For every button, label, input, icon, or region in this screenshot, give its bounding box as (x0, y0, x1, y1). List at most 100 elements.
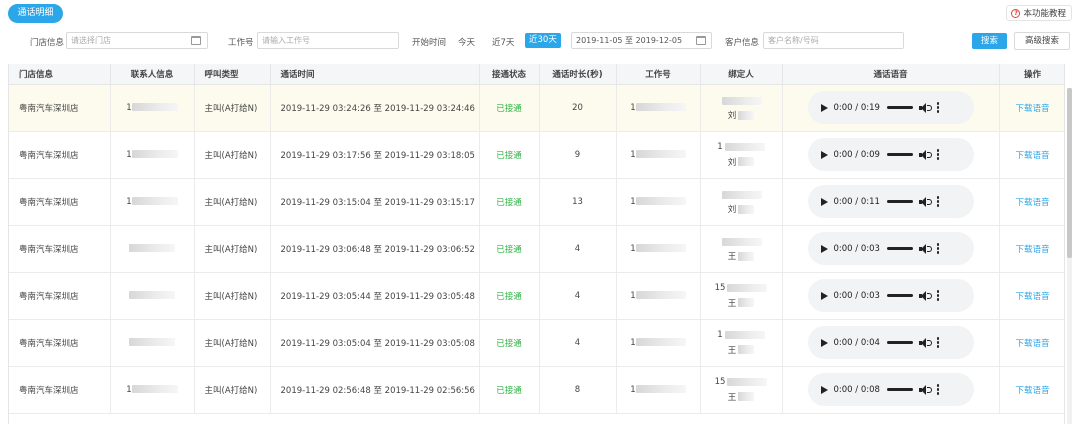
masked-phone (131, 385, 178, 393)
quick-30days[interactable]: 近30天 (525, 33, 561, 48)
more-options-icon[interactable] (936, 337, 940, 348)
download-audio-link[interactable]: 下载语音 (999, 319, 1064, 367)
scrollbar-thumb[interactable] (1067, 88, 1072, 258)
masked-phone (129, 244, 175, 252)
contact-cell: 1 (110, 131, 195, 179)
binder-cell: 15 王 (700, 366, 783, 414)
col-store: 门店信息 (9, 64, 111, 85)
audio-progress-bar[interactable] (886, 341, 913, 344)
job-prefix: 1 (630, 102, 636, 113)
download-audio-link[interactable]: 下载语音 (999, 131, 1064, 179)
more-options-icon[interactable] (936, 102, 940, 113)
masked-binder-name (738, 157, 755, 166)
binder-name: 王 (727, 392, 737, 403)
audio-progress-bar[interactable] (886, 106, 913, 109)
status-cell: 已接通 (479, 272, 540, 320)
audio-player[interactable]: 0:00 / 0:04 (807, 326, 974, 359)
audio-player[interactable]: 0:00 / 0:08 (807, 373, 974, 406)
date-range-input[interactable]: 2019-11-05 至 2019-12-05 (571, 32, 712, 49)
job-number-cell: 1 (616, 319, 701, 367)
play-icon[interactable] (820, 150, 828, 159)
col-contact: 联系人信息 (110, 64, 195, 85)
more-options-icon[interactable] (936, 196, 940, 207)
more-options-icon[interactable] (936, 149, 940, 160)
call-time-cell: 2019-11-29 03:17:56 至 2019-11-29 03:18:0… (270, 131, 480, 179)
binder-name: 刘 (727, 157, 737, 168)
call-type-cell: 主叫(A打给N) (194, 366, 271, 414)
audio-cell: 0:00 / 0:11 (782, 178, 1000, 226)
masked-binder-name (738, 204, 755, 214)
col-job-number: 工作号 (616, 64, 701, 85)
store-cell: 粤南汽车深圳店 (9, 272, 111, 320)
binder-cell: 1刘 (700, 131, 783, 179)
volume-icon[interactable] (918, 149, 932, 160)
play-icon[interactable] (820, 385, 828, 394)
masked-phone (131, 197, 178, 205)
customer-input[interactable]: 客户名称/号码 (763, 32, 904, 49)
volume-icon[interactable] (918, 102, 932, 113)
call-type-cell: 主叫(A打给N) (194, 178, 271, 226)
audio-progress-bar[interactable] (886, 200, 913, 203)
play-icon[interactable] (820, 197, 828, 206)
volume-icon[interactable] (918, 337, 932, 348)
play-icon[interactable] (820, 291, 828, 300)
audio-progress-bar[interactable] (886, 294, 913, 297)
binder-phone-prefix: 15 (714, 282, 726, 293)
masked-binder-phone (727, 377, 768, 386)
contact-cell (110, 225, 195, 273)
search-button[interactable]: 搜索 (972, 33, 1007, 49)
masked-binder-name (738, 345, 755, 354)
store-cell: 粤南汽车深圳店 (9, 84, 111, 132)
job-number-cell: 1 (616, 272, 701, 320)
advanced-search-button[interactable]: 高级搜索 (1014, 32, 1070, 50)
quick-7days[interactable]: 近7天 (492, 36, 514, 48)
download-audio-link[interactable]: 下载语音 (999, 225, 1064, 273)
audio-player[interactable]: 0:00 / 0:03 (807, 232, 974, 265)
more-options-icon[interactable] (936, 290, 940, 301)
audio-progress-bar[interactable] (886, 388, 913, 391)
vertical-scrollbar[interactable] (1067, 88, 1072, 424)
audio-player[interactable]: 0:00 / 0:09 (807, 138, 974, 171)
audio-progress-bar[interactable] (886, 247, 913, 250)
job-label: 工作号 (228, 38, 254, 48)
masked-binder-name (738, 392, 755, 401)
store-select[interactable]: 请选择门店 (66, 32, 208, 49)
masked-binder-phone (722, 238, 762, 246)
download-audio-link[interactable]: 下载语音 (999, 272, 1064, 320)
audio-player[interactable]: 0:00 / 0:11 (807, 185, 974, 218)
masked-job-number (635, 291, 686, 299)
job-number-cell: 1 (616, 131, 701, 179)
volume-icon[interactable] (918, 243, 932, 254)
status-cell: 已接通 (479, 178, 540, 226)
masked-job-number (635, 244, 686, 252)
volume-icon[interactable] (918, 384, 932, 395)
play-icon[interactable] (820, 338, 828, 347)
tab-call-detail[interactable]: 通话明细 (8, 4, 63, 23)
job-number-input[interactable]: 请输入工作号 (257, 32, 399, 49)
download-audio-link[interactable]: 下载语音 (999, 84, 1064, 132)
download-audio-link[interactable]: 下载语音 (999, 178, 1064, 226)
play-icon[interactable] (820, 244, 828, 253)
call-type-cell: 主叫(A打给N) (194, 84, 271, 132)
audio-progress-bar[interactable] (886, 153, 913, 156)
masked-job-number (635, 197, 686, 205)
audio-player[interactable]: 0:00 / 0:03 (807, 279, 974, 312)
contact-prefix: 1 (126, 149, 132, 160)
more-options-icon[interactable] (936, 384, 940, 395)
play-icon[interactable] (820, 103, 828, 112)
binder-phone-prefix: 1 (717, 141, 723, 152)
tutorial-button[interactable]: ? 本功能教程 (1006, 5, 1072, 21)
job-prefix: 1 (630, 196, 636, 207)
duration-cell: 4 (539, 319, 617, 367)
quick-today[interactable]: 今天 (458, 36, 475, 48)
call-type-cell: 主叫(A打给N) (194, 319, 271, 367)
call-time-cell: 2019-11-29 03:05:04 至 2019-11-29 03:05:0… (270, 319, 480, 367)
job-number-cell: 1 (616, 178, 701, 226)
volume-icon[interactable] (918, 290, 932, 301)
contact-prefix: 1 (126, 384, 132, 395)
audio-player[interactable]: 0:00 / 0:19 (807, 91, 974, 124)
volume-icon[interactable] (918, 196, 932, 207)
more-options-icon[interactable] (936, 243, 940, 254)
call-type-cell: 主叫(A打给N) (194, 272, 271, 320)
download-audio-link[interactable]: 下载语音 (999, 366, 1064, 414)
